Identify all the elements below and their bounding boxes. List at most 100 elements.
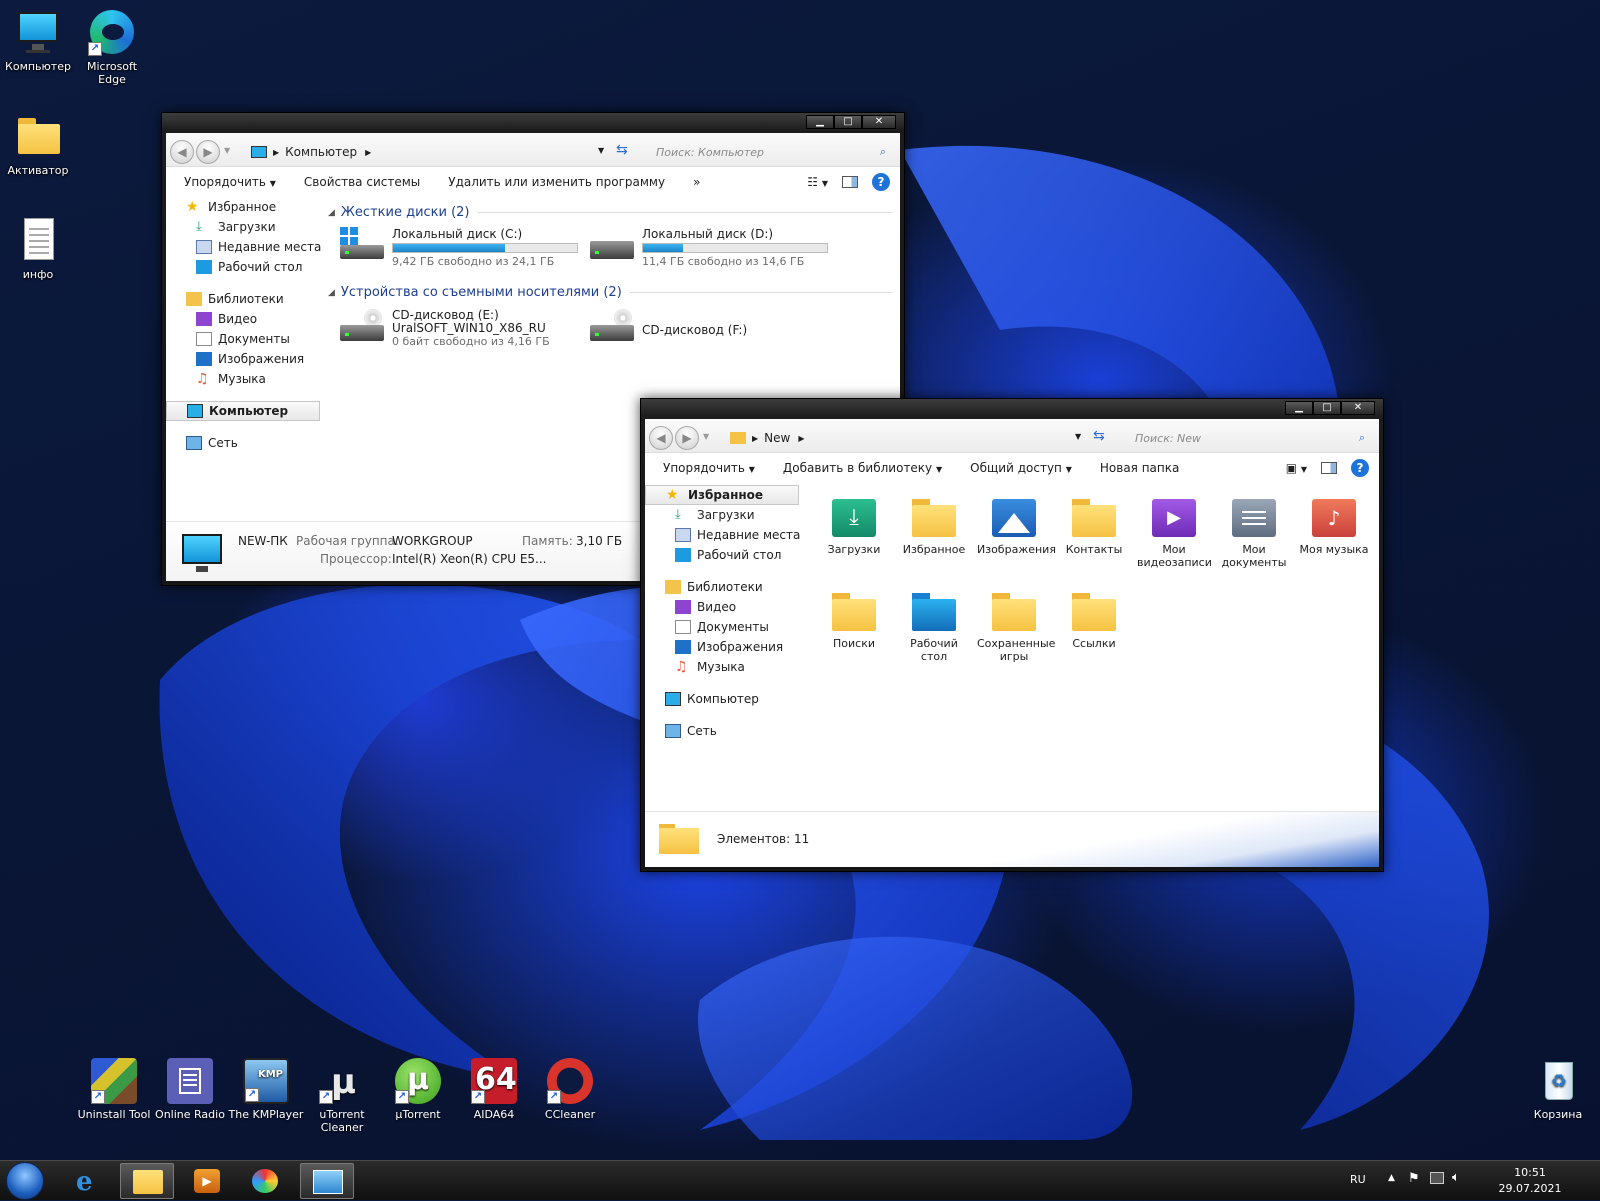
desktop-icon-online-radio[interactable]: Online Radio <box>152 1058 228 1121</box>
desktop-icon-computer[interactable]: Компьютер <box>0 8 76 73</box>
nav-desktop[interactable]: Рабочий стол <box>166 257 326 277</box>
desktop-icon-edge[interactable]: ↗ Microsoft Edge <box>74 8 150 86</box>
folder-item-videos[interactable]: ▶ Мои видеозаписи <box>1137 499 1212 569</box>
cd-drive-f[interactable]: CD-дисковод (F:) <box>590 309 747 345</box>
refresh-icon[interactable]: ⇆ <box>616 142 628 158</box>
window-titlebar[interactable]: ▁ □ ✕ <box>645 399 1379 419</box>
folder-item-downloads[interactable]: ⤓ Загрузки <box>817 499 891 556</box>
taskbar-ie[interactable]: e <box>62 1163 116 1199</box>
organize-button[interactable]: Упорядочить ▼ <box>663 461 755 475</box>
nav-documents[interactable]: Документы <box>645 617 805 637</box>
address-field[interactable]: ▶ New ▶ <box>729 427 1069 449</box>
desktop-icon-utorrent[interactable]: µ ↗ µTorrent <box>380 1058 456 1121</box>
maximize-button[interactable]: □ <box>834 115 862 129</box>
nav-computer[interactable]: Компьютер <box>645 689 805 709</box>
preview-pane-icon[interactable] <box>1321 462 1337 474</box>
folder-item-music[interactable]: ♪ Моя музыка <box>1297 499 1371 556</box>
nav-desktop[interactable]: Рабочий стол <box>645 545 805 565</box>
desktop-icon-aida64[interactable]: 64 ↗ AIDA64 <box>456 1058 532 1121</box>
folder-item-documents[interactable]: Мои документы <box>1217 499 1291 569</box>
close-button[interactable]: ✕ <box>862 115 896 129</box>
nav-network[interactable]: Сеть <box>645 721 805 741</box>
clock-time[interactable]: 10:51 <box>1500 1166 1560 1179</box>
network-tray-icon[interactable] <box>1430 1172 1444 1184</box>
nav-favorites[interactable]: ★ Избранное <box>645 485 799 505</box>
share-button[interactable]: Общий доступ ▼ <box>970 461 1072 475</box>
folder-item-desktop[interactable]: Рабочий стол <box>897 593 971 663</box>
uninstall-program-button[interactable]: Удалить или изменить программу <box>448 175 665 189</box>
close-button[interactable]: ✕ <box>1341 401 1375 415</box>
minimize-button[interactable]: ▁ <box>1285 401 1313 415</box>
organize-button[interactable]: Упорядочить ▼ <box>184 175 276 189</box>
new-folder-button[interactable]: Новая папка <box>1100 461 1179 475</box>
nav-images[interactable]: Изображения <box>645 637 805 657</box>
taskbar-paint[interactable] <box>238 1163 292 1199</box>
explorer-window-new[interactable]: ▁ □ ✕ ◀ ▶ ▼ ▶ New ▶ ▼ ⇆ Поиск: New ⌕ Упо… <box>640 398 1384 872</box>
desktop-icon-activator[interactable]: Активатор <box>0 112 76 177</box>
nav-libraries[interactable]: Библиотеки <box>645 577 805 597</box>
folder-item-links[interactable]: Ссылки <box>1057 593 1131 650</box>
drive-c[interactable]: Локальный диск (C:) 9,42 ГБ свободно из … <box>340 227 578 268</box>
add-to-library-button[interactable]: Добавить в библиотеку ▼ <box>783 461 942 475</box>
help-icon[interactable]: ? <box>1351 459 1369 477</box>
desktop-icon-recycle-bin[interactable]: ♻ Корзина <box>1520 1058 1596 1121</box>
cd-drive-e[interactable]: CD-дисковод (E:) UralSOFT_WIN10_X86_RU 0… <box>340 309 550 348</box>
language-indicator[interactable]: RU <box>1350 1173 1366 1186</box>
nav-video[interactable]: Видео <box>645 597 805 617</box>
nav-recent-places[interactable]: Недавние места <box>166 237 326 257</box>
nav-network[interactable]: Сеть <box>166 433 326 453</box>
desktop-icon-utorrent-cleaner[interactable]: µ ↗ uTorrent Cleaner <box>304 1058 380 1134</box>
volume-icon[interactable]: 🔈︎ <box>1452 1170 1460 1185</box>
nav-images[interactable]: Изображения <box>166 349 326 369</box>
search-input[interactable]: Поиск: Компьютер ⌕ <box>656 141 886 163</box>
show-hidden-icons-icon[interactable]: ▲ <box>1388 1173 1395 1183</box>
folder-item-searches[interactable]: Поиски <box>817 593 891 650</box>
forward-button[interactable]: ▶ <box>196 140 220 164</box>
desktop-icon-ccleaner[interactable]: ↗ CCleaner <box>532 1058 608 1121</box>
back-button[interactable]: ◀ <box>170 140 194 164</box>
desktop-icon-uninstall-tool[interactable]: ↗ Uninstall Tool <box>76 1058 152 1121</box>
nav-favorites[interactable]: ★ Избранное <box>166 197 326 217</box>
history-dropdown-icon[interactable]: ▼ <box>703 432 709 441</box>
address-field[interactable]: ▶ Компьютер ▶ <box>250 141 610 163</box>
address-dropdown-icon[interactable]: ▼ <box>1075 432 1081 441</box>
drive-d[interactable]: Локальный диск (D:) 11,4 ГБ свободно из … <box>590 227 828 268</box>
folder-item-saved-games[interactable]: Сохраненные игры <box>977 593 1055 663</box>
history-dropdown-icon[interactable]: ▼ <box>224 146 230 155</box>
taskbar-explorer[interactable] <box>120 1163 174 1199</box>
start-button-icon[interactable] <box>6 1162 44 1200</box>
maximize-button[interactable]: □ <box>1313 401 1341 415</box>
view-options-icon[interactable]: ☷ ▼ <box>807 175 828 189</box>
nav-video[interactable]: Видео <box>166 309 326 329</box>
preview-pane-icon[interactable] <box>842 176 858 188</box>
nav-documents[interactable]: Документы <box>166 329 326 349</box>
search-input[interactable]: Поиск: New ⌕ <box>1135 427 1365 449</box>
folder-item-favorites[interactable]: Избранное <box>897 499 971 556</box>
nav-downloads[interactable]: ⤓ Загрузки <box>166 217 326 237</box>
address-dropdown-icon[interactable]: ▼ <box>598 146 604 155</box>
view-options-icon[interactable]: ▣ ▼ <box>1286 461 1307 475</box>
action-center-flag-icon[interactable]: ⚑ <box>1408 1171 1420 1186</box>
nav-downloads[interactable]: ⤓ Загрузки <box>645 505 805 525</box>
taskbar-media-player[interactable]: ▶ <box>180 1163 234 1199</box>
folder-item-pictures[interactable]: Изображения <box>977 499 1056 556</box>
forward-button[interactable]: ▶ <box>675 426 699 450</box>
more-commands-button[interactable]: » <box>693 175 700 189</box>
nav-music[interactable]: ♫ Музыка <box>645 657 805 677</box>
system-properties-button[interactable]: Свойства системы <box>304 175 420 189</box>
window-titlebar[interactable]: ▁ □ ✕ <box>166 113 900 133</box>
back-button[interactable]: ◀ <box>649 426 673 450</box>
nav-libraries[interactable]: Библиотеки <box>166 289 326 309</box>
desktop-icon-kmplayer[interactable]: KMP ↗ The KMPlayer <box>228 1058 304 1121</box>
refresh-icon[interactable]: ⇆ <box>1093 428 1105 444</box>
section-removable[interactable]: ◢ Устройства со съемными носителями (2) <box>328 285 892 300</box>
nav-computer[interactable]: Компьютер <box>166 401 320 421</box>
desktop-icon-info[interactable]: инфо <box>0 216 76 281</box>
nav-recent-places[interactable]: Недавние места <box>645 525 805 545</box>
taskbar-control-panel[interactable] <box>300 1163 354 1199</box>
nav-music[interactable]: ♫ Музыка <box>166 369 326 389</box>
minimize-button[interactable]: ▁ <box>806 115 834 129</box>
folder-item-contacts[interactable]: Контакты <box>1057 499 1131 556</box>
section-hard-drives[interactable]: ◢ Жесткие диски (2) <box>328 205 892 220</box>
clock-date[interactable]: 29.07.2021 <box>1486 1182 1574 1195</box>
